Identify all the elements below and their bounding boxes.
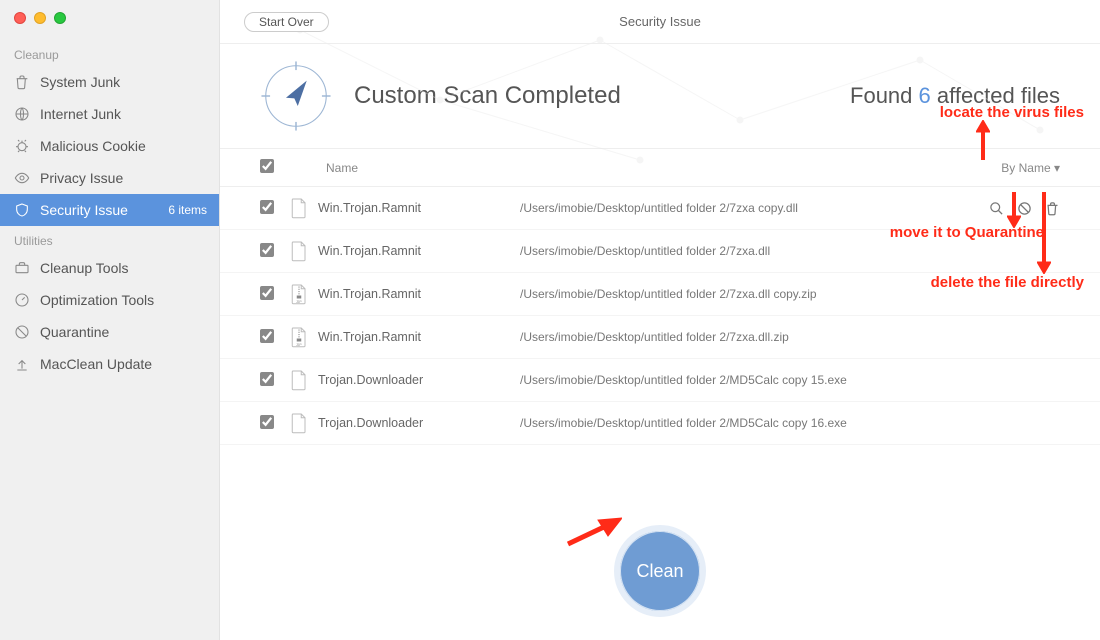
- threat-name: Win.Trojan.Ramnit: [318, 201, 520, 215]
- eye-icon: [14, 170, 30, 186]
- row-checkbox[interactable]: [260, 372, 274, 386]
- row-checkbox[interactable]: [260, 200, 274, 214]
- found-summary: Found 6 affected files: [850, 83, 1060, 109]
- quarantine-button[interactable]: [1016, 201, 1032, 216]
- scan-title: Custom Scan Completed: [354, 82, 850, 110]
- sidebar-item-label: System Junk: [40, 74, 120, 90]
- bug-icon: [14, 138, 30, 154]
- sidebar-item-privacy-issue[interactable]: Privacy Issue: [0, 162, 219, 194]
- found-count: 6: [919, 83, 931, 108]
- row-checkbox[interactable]: [260, 243, 274, 257]
- zip-file-icon: ZIP: [290, 283, 318, 305]
- delete-button[interactable]: [1044, 201, 1060, 216]
- sidebar-item-optimization-tools[interactable]: Optimization Tools: [0, 284, 219, 316]
- select-all-checkbox[interactable]: [260, 159, 274, 173]
- file-icon: [290, 240, 318, 262]
- sidebar-item-label: Quarantine: [40, 324, 109, 340]
- sidebar-item-quarantine[interactable]: Quarantine: [0, 316, 219, 348]
- sidebar-item-cleanup-tools[interactable]: Cleanup Tools: [0, 252, 219, 284]
- maximize-window-button[interactable]: [54, 12, 66, 24]
- zip-file-icon: ZIP: [290, 326, 318, 348]
- row-checkbox[interactable]: [260, 415, 274, 429]
- threat-name: Win.Trojan.Ramnit: [318, 330, 520, 344]
- clean-button[interactable]: Clean: [614, 525, 706, 617]
- file-path: /Users/imobie/Desktop/untitled folder 2/…: [520, 416, 1060, 430]
- minimize-window-button[interactable]: [34, 12, 46, 24]
- toolbox-icon: [14, 260, 30, 276]
- sidebar-badge: 6 items: [168, 203, 207, 217]
- sidebar-item-label: Internet Junk: [40, 106, 121, 122]
- sidebar-item-macclean-update[interactable]: MacClean Update: [0, 348, 219, 380]
- main-panel: Start Over Security Issue Custom Scan Co…: [220, 0, 1100, 640]
- locate-button[interactable]: [988, 201, 1004, 216]
- sidebar-item-label: Malicious Cookie: [40, 138, 146, 154]
- sidebar-item-security-issue[interactable]: Security Issue 6 items: [0, 194, 219, 226]
- sort-dropdown[interactable]: By Name ▾: [1001, 161, 1060, 175]
- sidebar-section-cleanup: Cleanup: [0, 40, 219, 66]
- row-checkbox[interactable]: [260, 286, 274, 300]
- table-row[interactable]: Win.Trojan.Ramnit/Users/imobie/Desktop/u…: [220, 230, 1100, 273]
- file-icon: [290, 369, 318, 391]
- table-row[interactable]: Trojan.Downloader/Users/imobie/Desktop/u…: [220, 402, 1100, 445]
- window-title: Security Issue: [619, 14, 701, 29]
- table-row[interactable]: ZIP Win.Trojan.Ramnit/Users/imobie/Deskto…: [220, 316, 1100, 359]
- file-path: /Users/imobie/Desktop/untitled folder 2/…: [520, 201, 988, 215]
- sidebar-section-utilities: Utilities: [0, 226, 219, 252]
- table-row[interactable]: ZIP Win.Trojan.Ramnit/Users/imobie/Deskto…: [220, 273, 1100, 316]
- column-header-name: Name: [290, 161, 520, 175]
- results-table: Win.Trojan.Ramnit/Users/imobie/Desktop/u…: [220, 187, 1100, 445]
- shield-icon: [14, 202, 30, 218]
- file-path: /Users/imobie/Desktop/untitled folder 2/…: [520, 330, 1060, 344]
- sidebar-item-label: MacClean Update: [40, 356, 152, 372]
- svg-text:ZIP: ZIP: [296, 343, 302, 347]
- threat-name: Trojan.Downloader: [318, 373, 520, 387]
- table-row[interactable]: Trojan.Downloader/Users/imobie/Desktop/u…: [220, 359, 1100, 402]
- gauge-icon: [14, 292, 30, 308]
- file-icon: [290, 412, 318, 434]
- upload-icon: [14, 356, 30, 372]
- sidebar-item-internet-junk[interactable]: Internet Junk: [0, 98, 219, 130]
- scan-header: Custom Scan Completed Found 6 affected f…: [220, 44, 1100, 149]
- sidebar-item-label: Privacy Issue: [40, 170, 123, 186]
- sidebar-item-label: Optimization Tools: [40, 292, 154, 308]
- sidebar-item-malicious-cookie[interactable]: Malicious Cookie: [0, 130, 219, 162]
- trash-icon: [14, 74, 30, 90]
- compass-icon: [260, 60, 332, 132]
- topbar: Start Over Security Issue: [220, 0, 1100, 44]
- close-window-button[interactable]: [14, 12, 26, 24]
- table-row[interactable]: Win.Trojan.Ramnit/Users/imobie/Desktop/u…: [220, 187, 1100, 230]
- threat-name: Trojan.Downloader: [318, 416, 520, 430]
- file-path: /Users/imobie/Desktop/untitled folder 2/…: [520, 373, 1060, 387]
- sidebar-item-label: Cleanup Tools: [40, 260, 128, 276]
- table-header: Name By Name ▾: [220, 149, 1100, 187]
- start-over-button[interactable]: Start Over: [244, 12, 329, 32]
- sidebar: Cleanup System Junk Internet Junk Malici…: [0, 0, 220, 640]
- file-icon: [290, 197, 318, 219]
- file-path: /Users/imobie/Desktop/untitled folder 2/…: [520, 244, 1060, 258]
- found-prefix: Found: [850, 83, 919, 108]
- threat-name: Win.Trojan.Ramnit: [318, 287, 520, 301]
- window-controls: [14, 12, 66, 24]
- svg-text:ZIP: ZIP: [296, 300, 302, 304]
- globe-icon: [14, 106, 30, 122]
- row-checkbox[interactable]: [260, 329, 274, 343]
- threat-name: Win.Trojan.Ramnit: [318, 244, 520, 258]
- sidebar-item-label: Security Issue: [40, 202, 128, 218]
- found-suffix: affected files: [931, 83, 1060, 108]
- file-path: /Users/imobie/Desktop/untitled folder 2/…: [520, 287, 1060, 301]
- ban-icon: [14, 324, 30, 340]
- sidebar-item-system-junk[interactable]: System Junk: [0, 66, 219, 98]
